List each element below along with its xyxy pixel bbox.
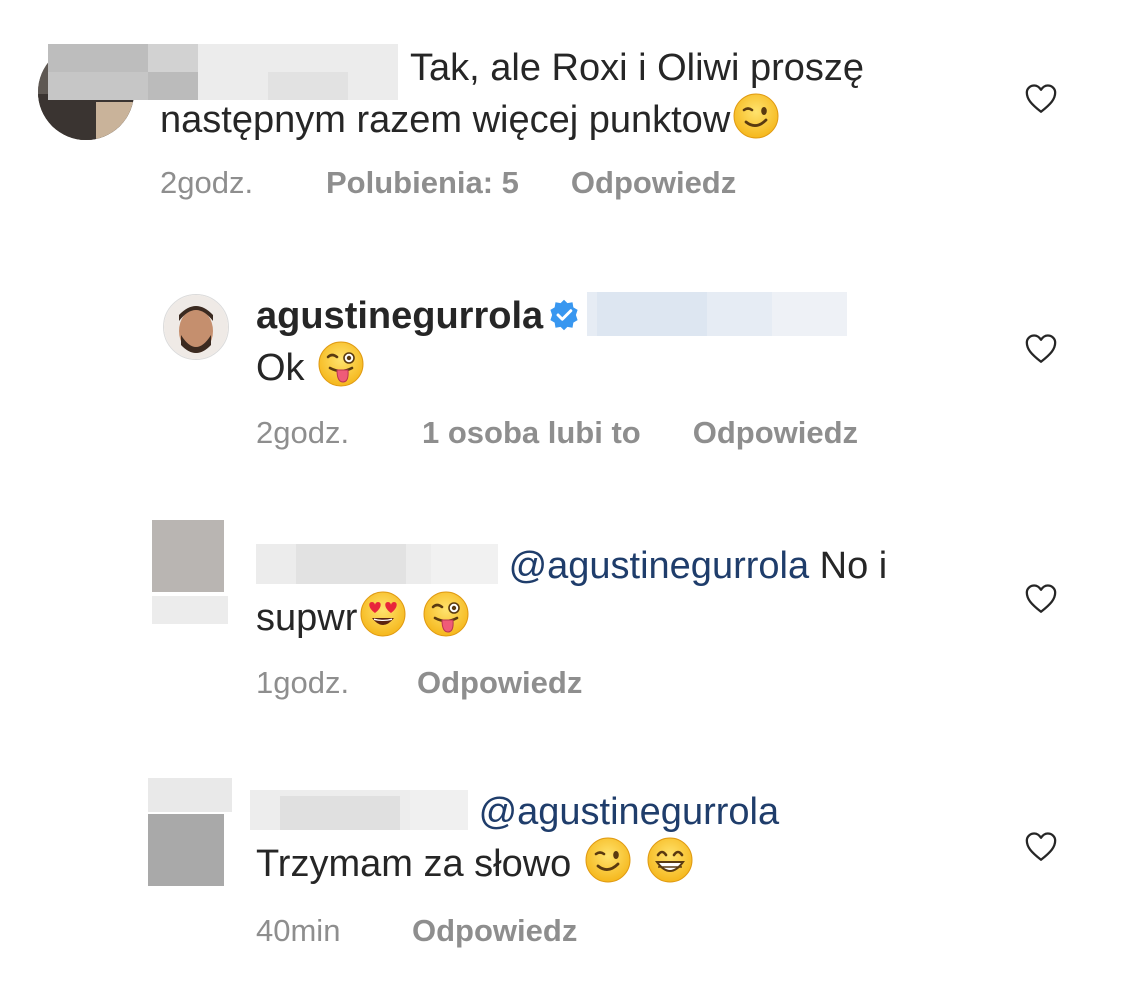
comment-2: agustinegurrola Ok 2godz. 1 osoba lubi to… — [0, 270, 1125, 480]
comment-meta: 2godz. Polubienia: 5 Odpowiedz — [160, 165, 736, 201]
comment-line-1: agustinegurrola — [256, 292, 956, 340]
comment-line-2-text: Trzymam za słowo — [256, 843, 572, 885]
reply-button[interactable]: Odpowiedz — [417, 665, 582, 701]
tongue-wink-emoji — [317, 340, 365, 388]
comment-text-after-mention: No i — [819, 545, 888, 587]
comment-meta: 2godz. 1 osoba lubi to Odpowiedz — [256, 415, 858, 451]
comment-text: Tak, ale Roxi i Oliwi proszę następnym r… — [160, 44, 980, 144]
comment-text: @agustinegurrola Trzymam za słowo — [250, 788, 970, 888]
avatar-redacted[interactable] — [148, 778, 232, 888]
username-redacted[interactable] — [256, 544, 498, 584]
avatar[interactable] — [163, 294, 229, 360]
comment-4: @agustinegurrola Trzymam za słowo 40min O… — [0, 770, 1125, 980]
likes-count-button[interactable]: Polubienia: 5 — [326, 165, 519, 201]
avatar-photo — [164, 295, 228, 359]
comment-meta: 1godz. Odpowiedz — [256, 665, 582, 701]
reply-button[interactable]: Odpowiedz — [571, 165, 736, 201]
likes-count-button[interactable]: 1 osoba lubi to — [422, 415, 641, 451]
comment-line-2: supwr — [256, 590, 976, 642]
comment-line-1: @agustinegurrola — [250, 788, 970, 836]
comment-meta: 40min Odpowiedz — [256, 913, 577, 949]
heart-icon[interactable] — [1022, 582, 1060, 616]
avatar-redacted[interactable] — [152, 520, 228, 626]
mention-link[interactable]: @agustinegurrola — [479, 791, 780, 833]
comment-text: agustinegurrola Ok — [256, 292, 956, 392]
comment-line-2-text: supwr — [256, 597, 358, 639]
heart-icon[interactable] — [1022, 830, 1060, 864]
comment-text: @agustinegurrola No i supwr — [256, 542, 976, 642]
username-link[interactable]: agustinegurrola — [256, 295, 543, 337]
username-redacted[interactable] — [250, 790, 468, 830]
comment-line-2-text: Ok — [256, 347, 305, 389]
comment-line-2-text: następnym razem więcej punktow — [160, 99, 731, 141]
comment-line-2: następnym razem więcej punktow — [160, 92, 980, 144]
timestamp: 40min — [256, 913, 341, 948]
grin-emoji — [646, 836, 694, 884]
heart-icon[interactable] — [1022, 332, 1060, 366]
comment-line-2: Trzymam za słowo — [250, 836, 970, 888]
comment-line-1: @agustinegurrola No i — [256, 542, 976, 590]
heart-eyes-emoji — [359, 590, 407, 638]
mention-link[interactable]: @agustinegurrola — [509, 545, 810, 587]
timestamp: 2godz. — [256, 415, 350, 450]
redacted-text — [587, 292, 848, 336]
heart-icon[interactable] — [1022, 82, 1060, 116]
wink-emoji — [584, 836, 632, 884]
comment-line-2: Ok — [256, 340, 956, 392]
tongue-wink-emoji — [422, 590, 470, 638]
reply-button[interactable]: Odpowiedz — [693, 415, 858, 451]
verified-badge-icon — [550, 299, 578, 331]
timestamp: 2godz. — [160, 165, 254, 200]
comment-3: @agustinegurrola No i supwr 1godz. Odpowi… — [0, 520, 1125, 730]
reply-button[interactable]: Odpowiedz — [412, 913, 577, 949]
comment-line-1: Tak, ale Roxi i Oliwi proszę — [410, 47, 865, 89]
timestamp: 1godz. — [256, 665, 350, 700]
wink-emoji — [732, 92, 780, 140]
comment-1: Tak, ale Roxi i Oliwi proszę następnym r… — [0, 0, 1125, 230]
